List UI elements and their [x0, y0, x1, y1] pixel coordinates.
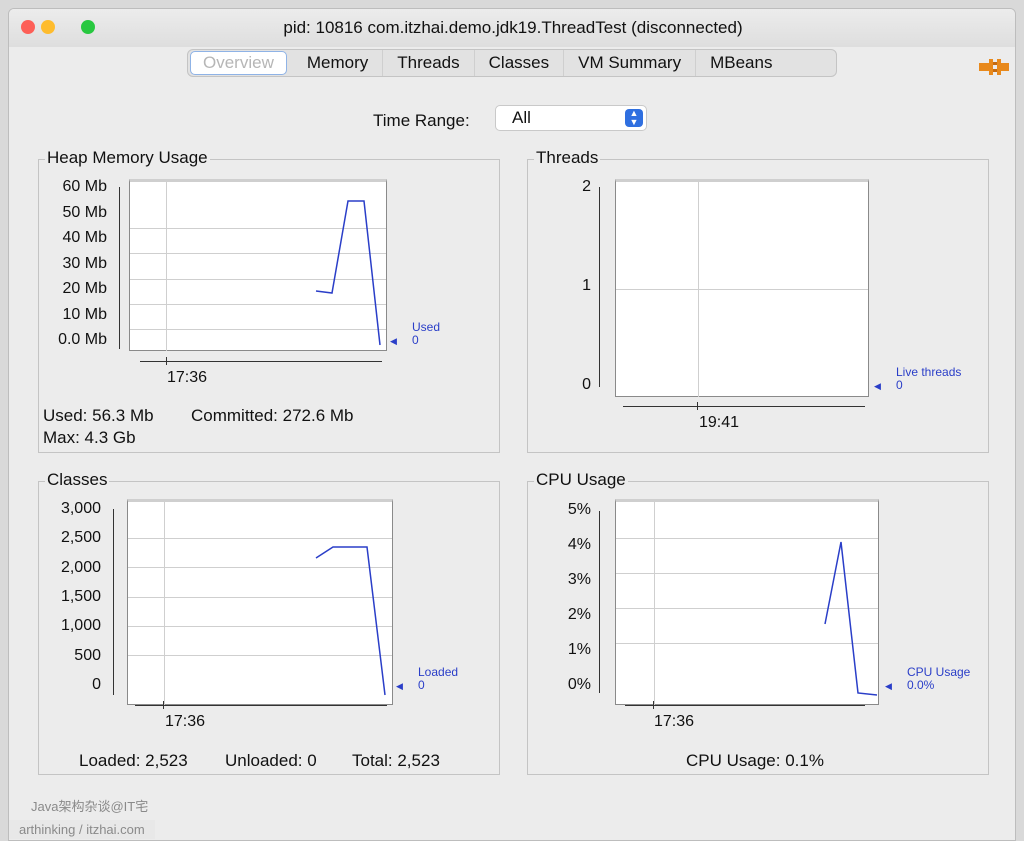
- heap-ytick: 20 Mb: [62, 280, 107, 297]
- threads-ytick: 1: [582, 277, 591, 294]
- time-range-label: Time Range:: [373, 111, 470, 130]
- classes-xtick: 17:36: [165, 713, 206, 730]
- classes-plot-area: [127, 499, 393, 705]
- time-range-value: All: [512, 108, 531, 127]
- threads-legend-value: 0: [896, 378, 903, 392]
- heap-ytick: 60 Mb: [62, 178, 107, 195]
- heap-ytick: 30 Mb: [62, 255, 107, 272]
- chevron-updown-icon: ▲ ▼: [625, 109, 643, 127]
- cpu-legend-value: 0.0%: [907, 678, 935, 692]
- cpu-ytick: 0%: [567, 676, 591, 693]
- heap-legend: Used 0: [412, 321, 440, 347]
- tab-classes[interactable]: Classes: [475, 50, 565, 76]
- threads-xtick: 19:41: [699, 414, 740, 431]
- cpu-ytick: 3%: [567, 571, 591, 588]
- heap-used-line: [315, 200, 381, 346]
- classes-ytick: 1,500: [60, 588, 101, 605]
- tab-overview[interactable]: Overview: [190, 51, 287, 75]
- heap-used-stat: Used: 56.3 Mb: [43, 406, 154, 425]
- heap-xtick: 17:36: [167, 369, 208, 386]
- classes-unloaded-stat: Unloaded: 0: [225, 751, 317, 770]
- classes-ytick: 0: [92, 676, 101, 693]
- cpu-xtick: 17:36: [654, 713, 695, 730]
- window-title: pid: 10816 com.itzhai.demo.jdk19.ThreadT…: [283, 18, 743, 37]
- classes-ytick: 2,000: [60, 559, 101, 576]
- cpu-legend-marker-icon: ◀: [885, 681, 892, 691]
- cpu-legend: CPU Usage 0.0%: [907, 666, 970, 692]
- cpu-ytick: 2%: [567, 606, 591, 623]
- time-range-select[interactable]: All ▲ ▼: [495, 105, 647, 131]
- cpu-ytick: 5%: [567, 501, 591, 518]
- classes-legend: Loaded 0: [418, 666, 458, 692]
- cpu-plot-area: [615, 499, 879, 705]
- tab-threads[interactable]: Threads: [383, 50, 475, 76]
- heap-memory-title: Heap Memory Usage: [45, 148, 210, 168]
- cpu-ytick: 4%: [567, 536, 591, 553]
- heap-max-stat: Max: 4.3 Gb: [43, 428, 136, 447]
- threads-legend-marker-icon: ◀: [874, 381, 881, 391]
- tab-bar: Overview Memory Threads Classes VM Summa…: [187, 49, 837, 77]
- classes-legend-marker-icon: ◀: [396, 681, 403, 691]
- tab-memory[interactable]: Memory: [293, 50, 384, 76]
- threads-plot-area: [615, 179, 869, 397]
- close-window-button[interactable]: [21, 20, 35, 34]
- app-window: pid: 10816 com.itzhai.demo.jdk19.ThreadT…: [8, 8, 1016, 841]
- classes-ytick: 3,000: [60, 500, 101, 517]
- tab-mbeans[interactable]: MBeans: [696, 50, 786, 76]
- classes-loaded-stat: Loaded: 2,523: [79, 751, 188, 770]
- threads-ytick: 0: [582, 376, 591, 393]
- cpu-usage-stat: CPU Usage: 0.1%: [686, 751, 824, 770]
- threads-title: Threads: [534, 148, 601, 168]
- classes-total-stat: Total: 2,523: [352, 751, 440, 770]
- cpu-usage-line: [824, 541, 878, 696]
- heap-ytick: 0.0 Mb: [58, 331, 107, 348]
- threads-legend: Live threads 0: [896, 366, 961, 392]
- watermark-line2: arthinking / itzhai.com: [9, 820, 155, 839]
- classes-title: Classes: [45, 470, 110, 490]
- heap-legend-marker-icon: ◀: [390, 336, 397, 346]
- zoom-window-button[interactable]: [81, 20, 95, 34]
- heap-ytick: 50 Mb: [62, 204, 107, 221]
- watermark-line1: Java架构杂谈@IT宅: [31, 799, 149, 814]
- minimize-window-button[interactable]: [41, 20, 55, 34]
- threads-legend-name: Live threads: [896, 365, 962, 379]
- heap-ytick: 10 Mb: [62, 306, 107, 323]
- heap-ytick: 40 Mb: [62, 229, 107, 246]
- title-bar: pid: 10816 com.itzhai.demo.jdk19.ThreadT…: [9, 9, 1015, 47]
- connection-plug-icon[interactable]: [977, 55, 1011, 79]
- heap-plot-area: [129, 179, 387, 351]
- heap-committed-stat: Committed: 272.6 Mb: [191, 406, 354, 425]
- classes-legend-value: 0: [418, 678, 425, 692]
- threads-ytick: 2: [582, 178, 591, 195]
- heap-legend-value: 0: [412, 333, 419, 347]
- classes-ytick: 2,500: [60, 529, 101, 546]
- cpu-ytick: 1%: [567, 641, 591, 658]
- cpu-usage-title: CPU Usage: [534, 470, 628, 490]
- classes-loaded-line: [315, 546, 386, 696]
- tab-vm-summary[interactable]: VM Summary: [564, 50, 697, 76]
- classes-ytick: 500: [74, 647, 101, 664]
- classes-ytick: 1,000: [60, 617, 101, 634]
